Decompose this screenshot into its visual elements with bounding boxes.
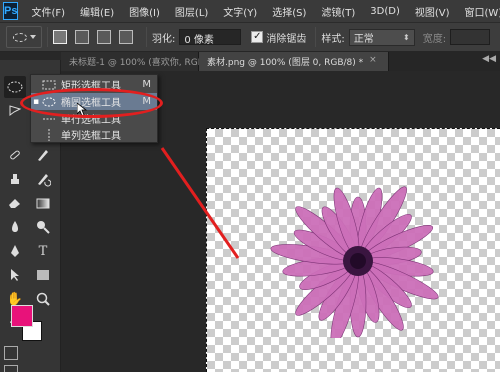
annotation-arrow: [160, 147, 240, 259]
arrow-line: [160, 147, 240, 259]
